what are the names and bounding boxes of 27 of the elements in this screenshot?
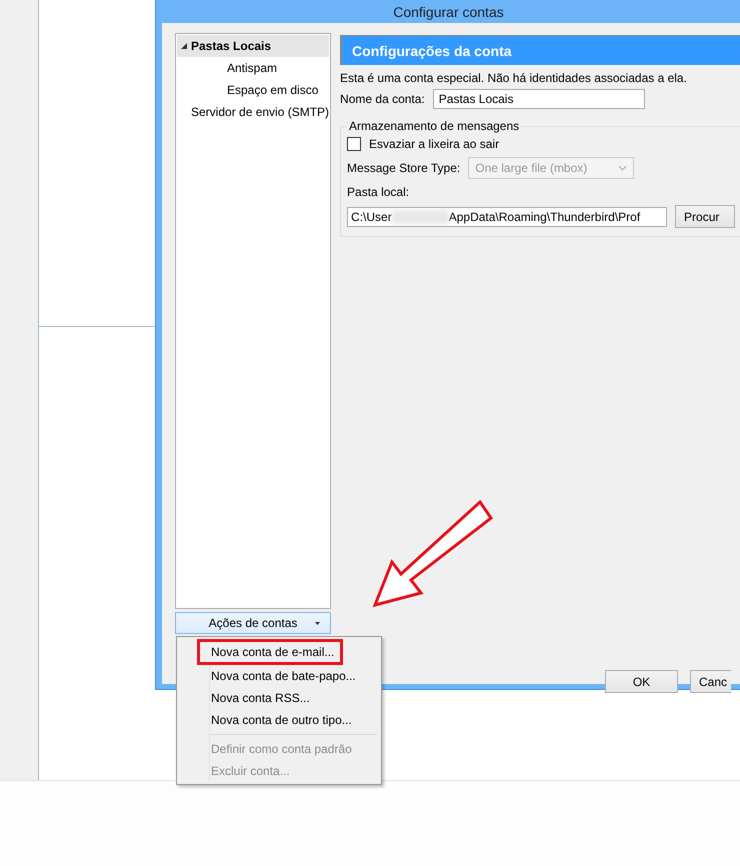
group-legend: Armazenamento de mensagens — [347, 119, 522, 133]
checkbox-label: Esvaziar a lixeira ao sair — [369, 137, 500, 151]
field-label: Message Store Type: — [347, 161, 460, 175]
arrow-icon — [372, 500, 494, 608]
collapse-triangle-icon[interactable] — [181, 43, 187, 49]
field-label: Pasta local: — [347, 185, 410, 199]
tree-item[interactable]: Servidor de envio (SMTP) — [177, 101, 330, 123]
dialog-button[interactable]: Canc — [690, 670, 732, 693]
account-name-field[interactable]: Pastas Locais — [432, 89, 645, 109]
menu-item[interactable]: Nova conta de e-mail... — [197, 639, 344, 665]
account-note: Esta é uma conta especial. Não há identidades associadas a ela. — [340, 71, 688, 85]
menu-item[interactable]: Nova conta de outro tipo... — [179, 709, 379, 731]
menu-item[interactable]: Nova conta RSS... — [179, 687, 379, 709]
browse-button[interactable]: Procur — [675, 205, 736, 228]
dialog-button[interactable]: OK — [605, 670, 678, 693]
section-header: Configurações da conta — [340, 35, 740, 65]
checkbox[interactable] — [347, 137, 362, 151]
tree-item[interactable]: Antispam — [177, 57, 330, 79]
chevron-down-icon — [618, 165, 628, 171]
account-actions-button[interactable]: Ações de contas — [175, 612, 332, 634]
local-folder-field[interactable]: C:\User AppData\Roaming\Thunderbird\Prof — [347, 206, 668, 226]
field-label: Nome da conta: — [340, 92, 425, 106]
window-title: Configurar contas — [392, 3, 505, 22]
menu-item[interactable]: Nova conta de bate-papo... — [179, 665, 379, 687]
tree-item[interactable]: Pastas Locais — [177, 35, 330, 57]
caret-icon — [315, 622, 320, 625]
tree-item[interactable]: Espaço em disco — [177, 79, 330, 101]
